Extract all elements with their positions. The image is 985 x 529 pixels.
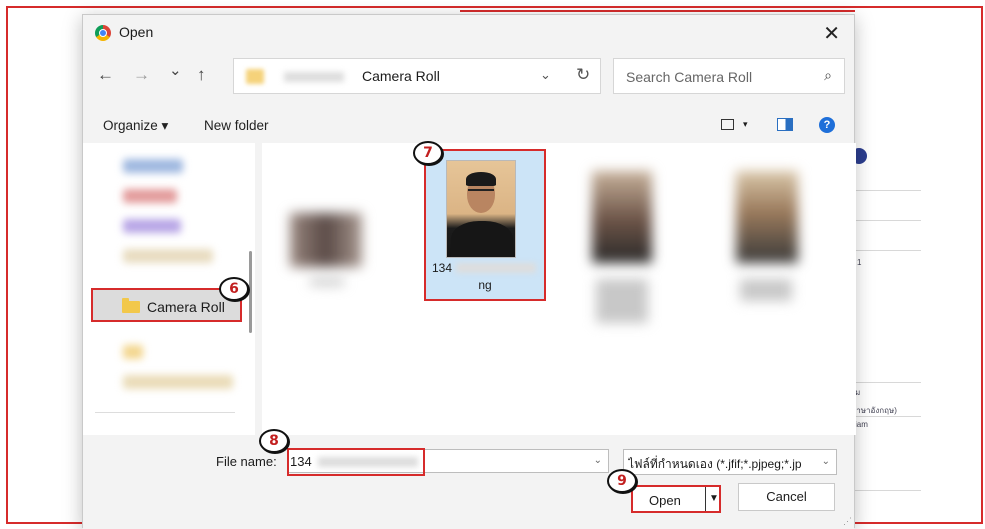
divider [95,412,235,413]
sidebar-item-blurred[interactable] [123,375,233,389]
step-badge-9: 9 [607,469,637,493]
breadcrumb-current[interactable]: Camera Roll [362,68,440,84]
command-toolbar: Organize ▾ New folder ▾ ? [83,115,854,141]
sidebar-item-blurred[interactable] [123,345,143,359]
address-bar[interactable]: Camera Roll ⌄ ↻ [233,58,601,94]
sidebar-item-blurred[interactable] [123,219,181,233]
view-mode-icon[interactable] [721,119,734,130]
divider [705,487,706,511]
up-arrow-icon[interactable]: ↑ [197,65,206,85]
forward-arrow-icon[interactable]: → [133,65,150,85]
recent-locations-chevron-icon[interactable]: ⌄ [169,61,182,79]
dialog-title: Open [119,24,154,40]
close-icon[interactable]: ✕ [823,21,840,46]
search-placeholder: Search Camera Roll [626,69,753,85]
file-name-highlight [287,448,425,476]
step-badge-6: 6 [219,277,249,301]
refresh-icon[interactable]: ↻ [576,65,590,85]
sidebar-item-label: Camera Roll [147,299,225,315]
file-item-selected[interactable]: 134 ng [424,149,546,301]
file-thumbnail [446,160,516,258]
cancel-button[interactable]: Cancel [738,483,835,511]
help-icon[interactable]: ? [819,117,835,133]
sidebar-item-blurred[interactable] [123,189,177,203]
file-thumbnail-blurred[interactable] [592,171,652,263]
sidebar-scrollbar[interactable] [249,251,252,333]
navigation-bar: ← → ⌄ ↑ Camera Roll ⌄ ↻ Search Camera Ro… [83,55,854,95]
sidebar-item-blurred[interactable] [123,249,213,263]
breadcrumb-blurred [284,72,344,82]
step-badge-8: 8 [259,429,289,453]
resize-grip-icon[interactable]: ⋰ [843,516,852,527]
chevron-down-icon[interactable]: ⌄ [822,456,830,467]
address-dropdown-icon[interactable]: ⌄ [540,67,551,83]
open-button[interactable]: Open ▼ [631,485,721,513]
file-type-select[interactable]: ไฟล์ที่กำหนดเอง (*.jfif;*.pjpeg;*.jp ⌄ [623,449,837,475]
chevron-down-icon[interactable]: ⌄ [594,455,602,466]
organize-button[interactable]: Organize ▾ [103,118,168,134]
open-options-caret-icon[interactable]: ▼ [709,493,719,504]
file-thumbnail-blurred[interactable] [290,213,362,267]
view-mode-caret-icon[interactable]: ▾ [743,119,748,130]
title-bar: Open ✕ [83,15,854,51]
file-name-label: File name: [216,454,277,469]
folder-icon [246,69,264,84]
back-arrow-icon[interactable]: ← [97,65,114,85]
new-folder-button[interactable]: New folder [204,118,269,133]
open-button-label: Open [649,493,681,508]
file-input-area: File name: 134 ⌄ ไฟล์ที่กำหนดเอง (*.jfif… [83,435,854,529]
file-name-blurred [456,263,536,273]
file-name-part: ng [478,278,492,292]
file-name-blurred [596,279,648,323]
file-name-part: 134 [432,261,453,275]
open-file-dialog: Open ✕ ← → ⌄ ↑ Camera Roll ⌄ ↻ Search Ca… [82,14,856,529]
step-badge-7: 7 [413,141,443,165]
file-thumbnail-blurred[interactable] [736,171,798,263]
chrome-icon [95,25,111,41]
file-name-blurred [310,279,344,285]
search-icon[interactable]: ⌕ [824,67,832,84]
folder-icon [122,298,140,313]
preview-pane-icon[interactable] [777,118,793,131]
file-type-value: ไฟล์ที่กำหนดเอง (*.jfif;*.pjpeg;*.jp [628,457,802,471]
search-input[interactable]: Search Camera Roll ⌕ [613,58,845,94]
file-list: 134 ng [262,143,856,435]
sidebar-item-blurred[interactable] [123,159,183,173]
file-name-blurred [740,279,792,301]
